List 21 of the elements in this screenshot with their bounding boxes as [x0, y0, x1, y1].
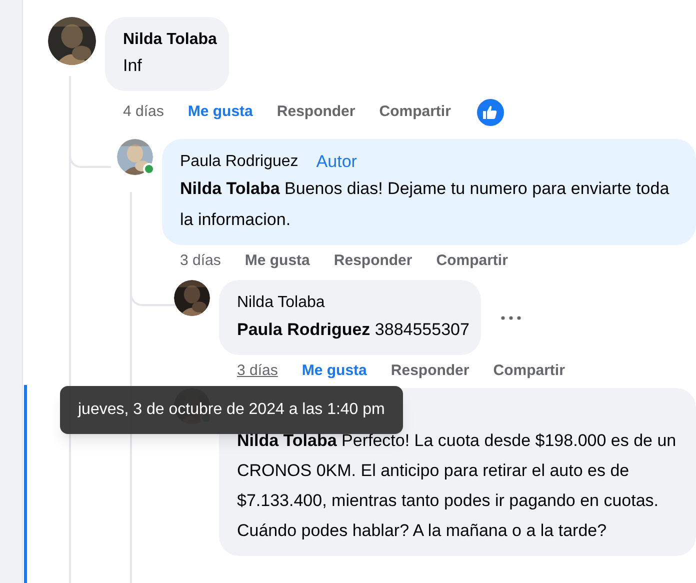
timestamp-link[interactable]: 4 días [123, 100, 164, 124]
reply-button[interactable]: Responder [334, 250, 412, 272]
more-options-icon[interactable] [501, 314, 522, 320]
author-name[interactable]: Nilda Tolaba [237, 291, 325, 315]
timestamp-link[interactable]: 3 días [237, 360, 278, 382]
share-button[interactable]: Compartir [436, 250, 508, 272]
like-button[interactable]: Me gusta [188, 100, 253, 124]
comment-text: Nilda Tolaba Buenos dias! Dejame tu numero para enviarte toda la informacion. [180, 178, 670, 231]
reply-button[interactable]: Responder [390, 360, 470, 382]
reply-button[interactable]: Responder [276, 100, 356, 124]
author-name[interactable]: Paula Rodriguez [180, 150, 298, 174]
author-name[interactable]: Nilda Tolaba [123, 28, 217, 52]
share-button[interactable]: Compartir [493, 360, 565, 382]
author-label: Autor [316, 151, 357, 174]
timestamp-link[interactable]: 3 días [180, 250, 221, 272]
like-button[interactable]: Me gusta [244, 250, 310, 272]
comment-text: Paula Rodriguez 3884555307 [237, 319, 470, 341]
like-button[interactable]: Me gusta [302, 360, 367, 382]
date-tooltip: jueves, 3 de octubre de 2024 a las 1:40 pm [60, 386, 403, 434]
comment-text: Inf [123, 55, 143, 77]
share-button[interactable]: Compartir [379, 100, 451, 124]
